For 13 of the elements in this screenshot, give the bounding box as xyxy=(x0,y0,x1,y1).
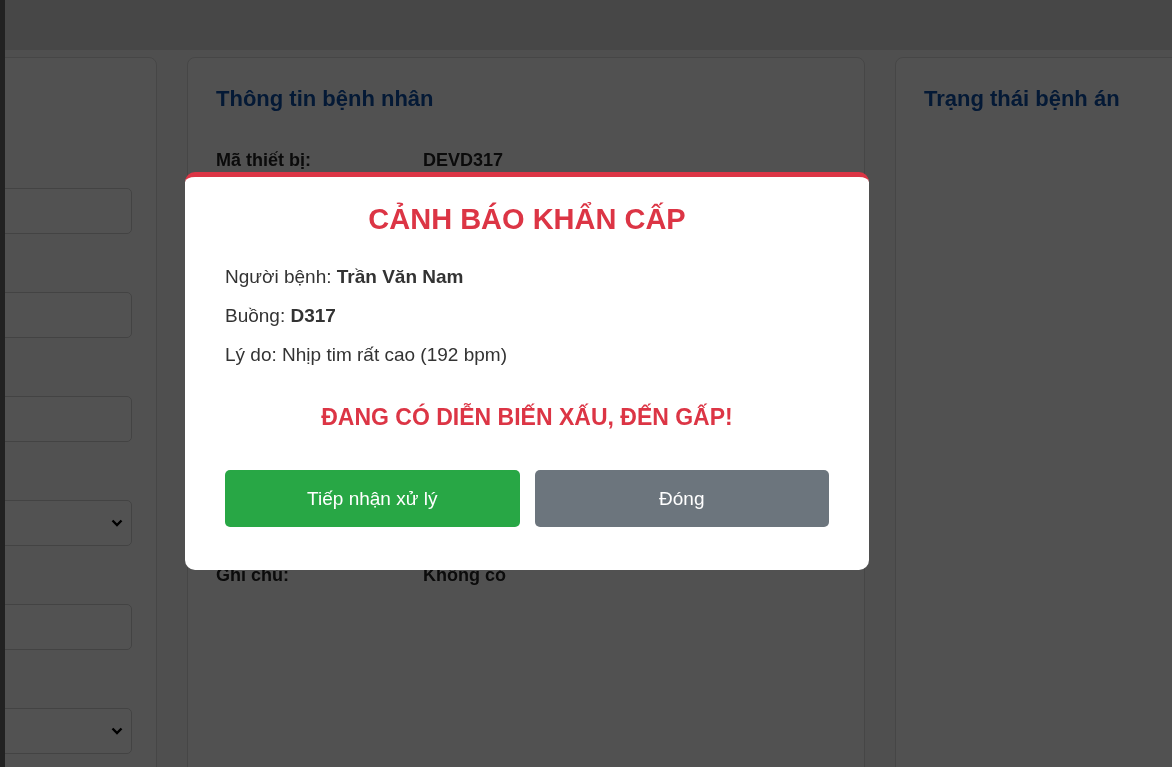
dialog-title: CẢNH BÁO KHẨN CẤP xyxy=(367,203,687,236)
accept-button[interactable]: Tiếp nhận xử lý xyxy=(225,470,520,527)
alert-message: ĐANG CÓ DIỄN BIẾN XẤU, ĐẾN GẤP! xyxy=(320,404,734,431)
detail-line: Buồng: D317 xyxy=(225,304,337,328)
chevron-down-icon xyxy=(111,519,123,527)
card-title: Thông tin bệnh nhân xyxy=(216,86,435,112)
close-button[interactable]: Đóng xyxy=(534,470,829,527)
detail-line: Lý do: Nhịp tim rất cao (192 bpm) xyxy=(225,343,508,367)
detail-line: Người bệnh: Trần Văn Nam xyxy=(225,265,465,289)
chevron-down-icon xyxy=(111,727,123,735)
field-value: DEVD317 xyxy=(423,150,504,171)
field-label: Mã thiết bị: xyxy=(216,150,312,171)
card-title: Trạng thái bệnh án xyxy=(924,86,1121,112)
